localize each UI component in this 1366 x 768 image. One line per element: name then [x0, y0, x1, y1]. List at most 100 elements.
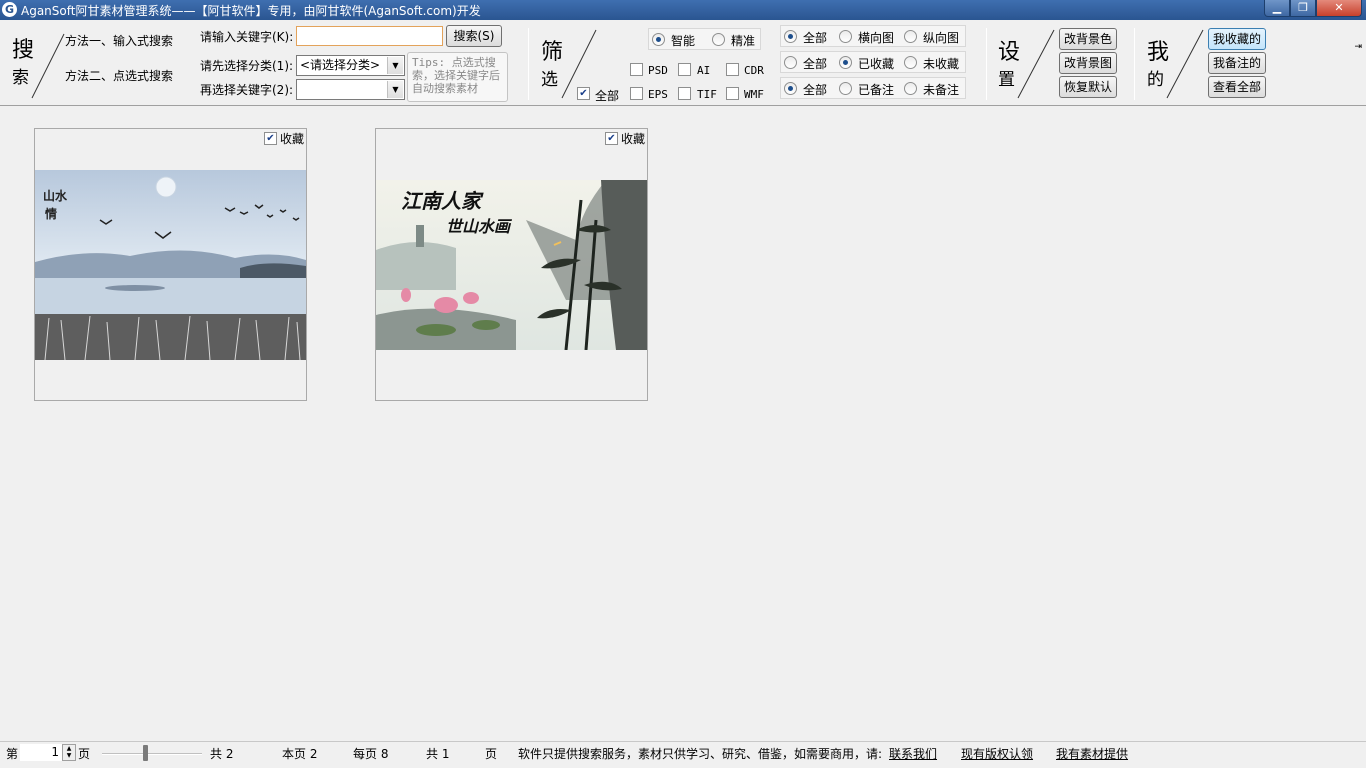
app-logo-icon: G — [2, 2, 17, 17]
total-pages-label: 共 2 — [210, 747, 234, 761]
format-ai-label: AI — [697, 64, 711, 77]
per-page-count-label: 每页 8 — [353, 747, 389, 761]
provide-material-link[interactable]: 我有素材提供 — [1056, 745, 1128, 762]
orientation-all-radio[interactable] — [784, 30, 797, 43]
this-page-count-label: 本页 2 — [282, 747, 318, 761]
note-all-radio[interactable] — [784, 82, 797, 95]
minimize-button[interactable]: ▁ — [1264, 0, 1290, 17]
page-suffix-label: 页 — [78, 747, 91, 761]
separator — [986, 28, 987, 100]
card-favorite-checkbox[interactable]: ✔ — [604, 132, 618, 145]
change-bg-image-button[interactable]: 改背景图 — [1059, 52, 1117, 74]
svg-text:江南人家: 江南人家 — [401, 189, 484, 213]
format-psd-label: PSD — [648, 64, 668, 77]
mode-smart-radio[interactable] — [652, 33, 665, 46]
category-select-value: <请选择分类> — [300, 58, 381, 72]
note-no-radio[interactable] — [904, 82, 917, 95]
format-psd-checkbox[interactable] — [630, 63, 643, 76]
method-one-label: 方法一、输入式搜索 — [65, 34, 174, 48]
category-select[interactable]: <请选择分类> ▼ — [296, 55, 405, 76]
content-area: ✔ 收藏 山水 情 ✔ 收藏 江南人家 世山水画 — [0, 107, 1366, 741]
settings-section-label-bottom: 置 — [998, 70, 1015, 90]
my-favorites-button[interactable]: 我收藏的 — [1208, 28, 1266, 50]
page-slider-track[interactable] — [102, 753, 202, 755]
favorite-no-label: 未收藏 — [923, 57, 960, 71]
favorite-all-radio[interactable] — [784, 56, 797, 69]
method-two-label: 方法二、点选式搜索 — [65, 69, 174, 83]
card-favorite-label: 收藏 — [620, 132, 645, 146]
chevron-down-icon[interactable]: ▼ — [387, 57, 403, 74]
spin-down-icon[interactable]: ▼ — [67, 752, 72, 759]
my-notes-button[interactable]: 我备注的 — [1208, 52, 1266, 74]
close-button[interactable]: ✕ — [1316, 0, 1362, 17]
favorite-all-label: 全部 — [803, 57, 828, 71]
favorite-yes-radio[interactable] — [839, 56, 852, 69]
keyword2-select[interactable]: ▼ — [296, 79, 405, 100]
filter-all-checkbox[interactable]: ✔ — [577, 87, 590, 100]
format-eps-label: EPS — [648, 88, 668, 101]
card-favorite-checkbox[interactable]: ✔ — [263, 132, 277, 145]
contact-us-link[interactable]: 联系我们 — [889, 745, 937, 762]
orientation-landscape-label: 横向图 — [858, 31, 895, 45]
favorite-no-radio[interactable] — [904, 56, 917, 69]
mode-smart-label: 智能 — [671, 34, 696, 48]
format-cdr-label: CDR — [744, 64, 764, 77]
separator — [528, 28, 529, 100]
separator — [1134, 28, 1135, 100]
toolbar: 搜 索 方法一、输入式搜索 方法二、点选式搜索 请输入关键字(K): 搜索(S)… — [0, 20, 1366, 106]
svg-text:山水: 山水 — [43, 188, 68, 203]
tips-box: Tips: 点选式搜索，选择关键字后自动搜索素材 — [407, 52, 508, 102]
window-title: AganSoft阿甘素材管理系统——【阿甘软件】专用，由阿甘软件(AganSof… — [21, 4, 481, 18]
favorite-yes-label: 已收藏 — [858, 57, 895, 71]
mode-exact-label: 精准 — [731, 34, 756, 48]
page-slider-handle[interactable] — [143, 745, 148, 761]
change-bg-color-button[interactable]: 改背景色 — [1059, 28, 1117, 50]
orientation-portrait-radio[interactable] — [904, 30, 917, 43]
orientation-portrait-label: 纵向图 — [923, 31, 960, 45]
material-card[interactable]: ✔ 收藏 — [375, 128, 648, 401]
title-bar: G AganSoft阿甘素材管理系统——【阿甘软件】专用，由阿甘软件(AganS… — [0, 0, 1366, 20]
format-eps-checkbox[interactable] — [630, 87, 643, 100]
card-favorite[interactable]: ✔ 收藏 — [604, 130, 645, 147]
category-label: 请先选择分类(1): — [200, 59, 294, 73]
search-divider-slash — [31, 33, 65, 99]
view-all-button[interactable]: 查看全部 — [1208, 76, 1266, 98]
chevron-down-icon[interactable]: ▼ — [387, 81, 403, 98]
pin-icon[interactable]: ⇥ — [1354, 42, 1362, 52]
mine-divider-slash — [1166, 29, 1204, 99]
card-favorite-label: 收藏 — [279, 132, 304, 146]
page-unit-label: 页 — [485, 747, 498, 761]
format-ai-checkbox[interactable] — [678, 63, 691, 76]
page-number-input[interactable]: 1 — [20, 744, 62, 761]
search-button[interactable]: 搜索(S) — [446, 25, 502, 47]
orientation-landscape-radio[interactable] — [839, 30, 852, 43]
material-card[interactable]: ✔ 收藏 — [34, 128, 307, 401]
filter-section-label-bottom: 选 — [541, 70, 558, 90]
settings-divider-slash — [1017, 29, 1055, 99]
note-all-label: 全部 — [803, 83, 828, 97]
mine-section-label-bottom: 的 — [1147, 70, 1164, 90]
spin-up-icon[interactable]: ▲ — [67, 745, 72, 752]
format-wmf-label: WMF — [744, 88, 764, 101]
keyword-input[interactable] — [296, 26, 443, 46]
format-tif-checkbox[interactable] — [678, 87, 691, 100]
mode-exact-radio[interactable] — [712, 33, 725, 46]
restore-default-button[interactable]: 恢复默认 — [1059, 76, 1117, 98]
copyright-claim-link[interactable]: 现有版权认领 — [961, 745, 1033, 762]
format-tif-label: TIF — [697, 88, 717, 101]
keyword-label: 请输入关键字(K): — [200, 30, 294, 44]
note-yes-radio[interactable] — [839, 82, 852, 95]
format-cdr-checkbox[interactable] — [726, 63, 739, 76]
thumbnail-ink-bamboo-lotus-image[interactable]: 江南人家 世山水画 — [376, 180, 647, 350]
svg-text:情: 情 — [45, 206, 57, 221]
format-wmf-checkbox[interactable] — [726, 87, 739, 100]
search-section-label-bottom: 索 — [12, 68, 29, 88]
maximize-button[interactable]: ❐ — [1290, 0, 1316, 17]
page-spinner[interactable]: ▲ ▼ — [62, 744, 76, 761]
svg-text:世山水画: 世山水画 — [446, 217, 513, 236]
thumbnail-landscape-cranes-image[interactable]: 山水 情 — [35, 170, 306, 360]
notice-text: 软件只提供搜索服务，素材只供学习、研究、借鉴，如需要商用，请: — [518, 747, 883, 761]
status-bar: 第 1 ▲ ▼ 页 共 2 本页 2 每页 8 共 1 页 软件只提供搜索服务，素… — [0, 741, 1366, 768]
keyword2-label: 再选择关键字(2): — [200, 83, 294, 97]
card-favorite[interactable]: ✔ 收藏 — [263, 130, 304, 147]
